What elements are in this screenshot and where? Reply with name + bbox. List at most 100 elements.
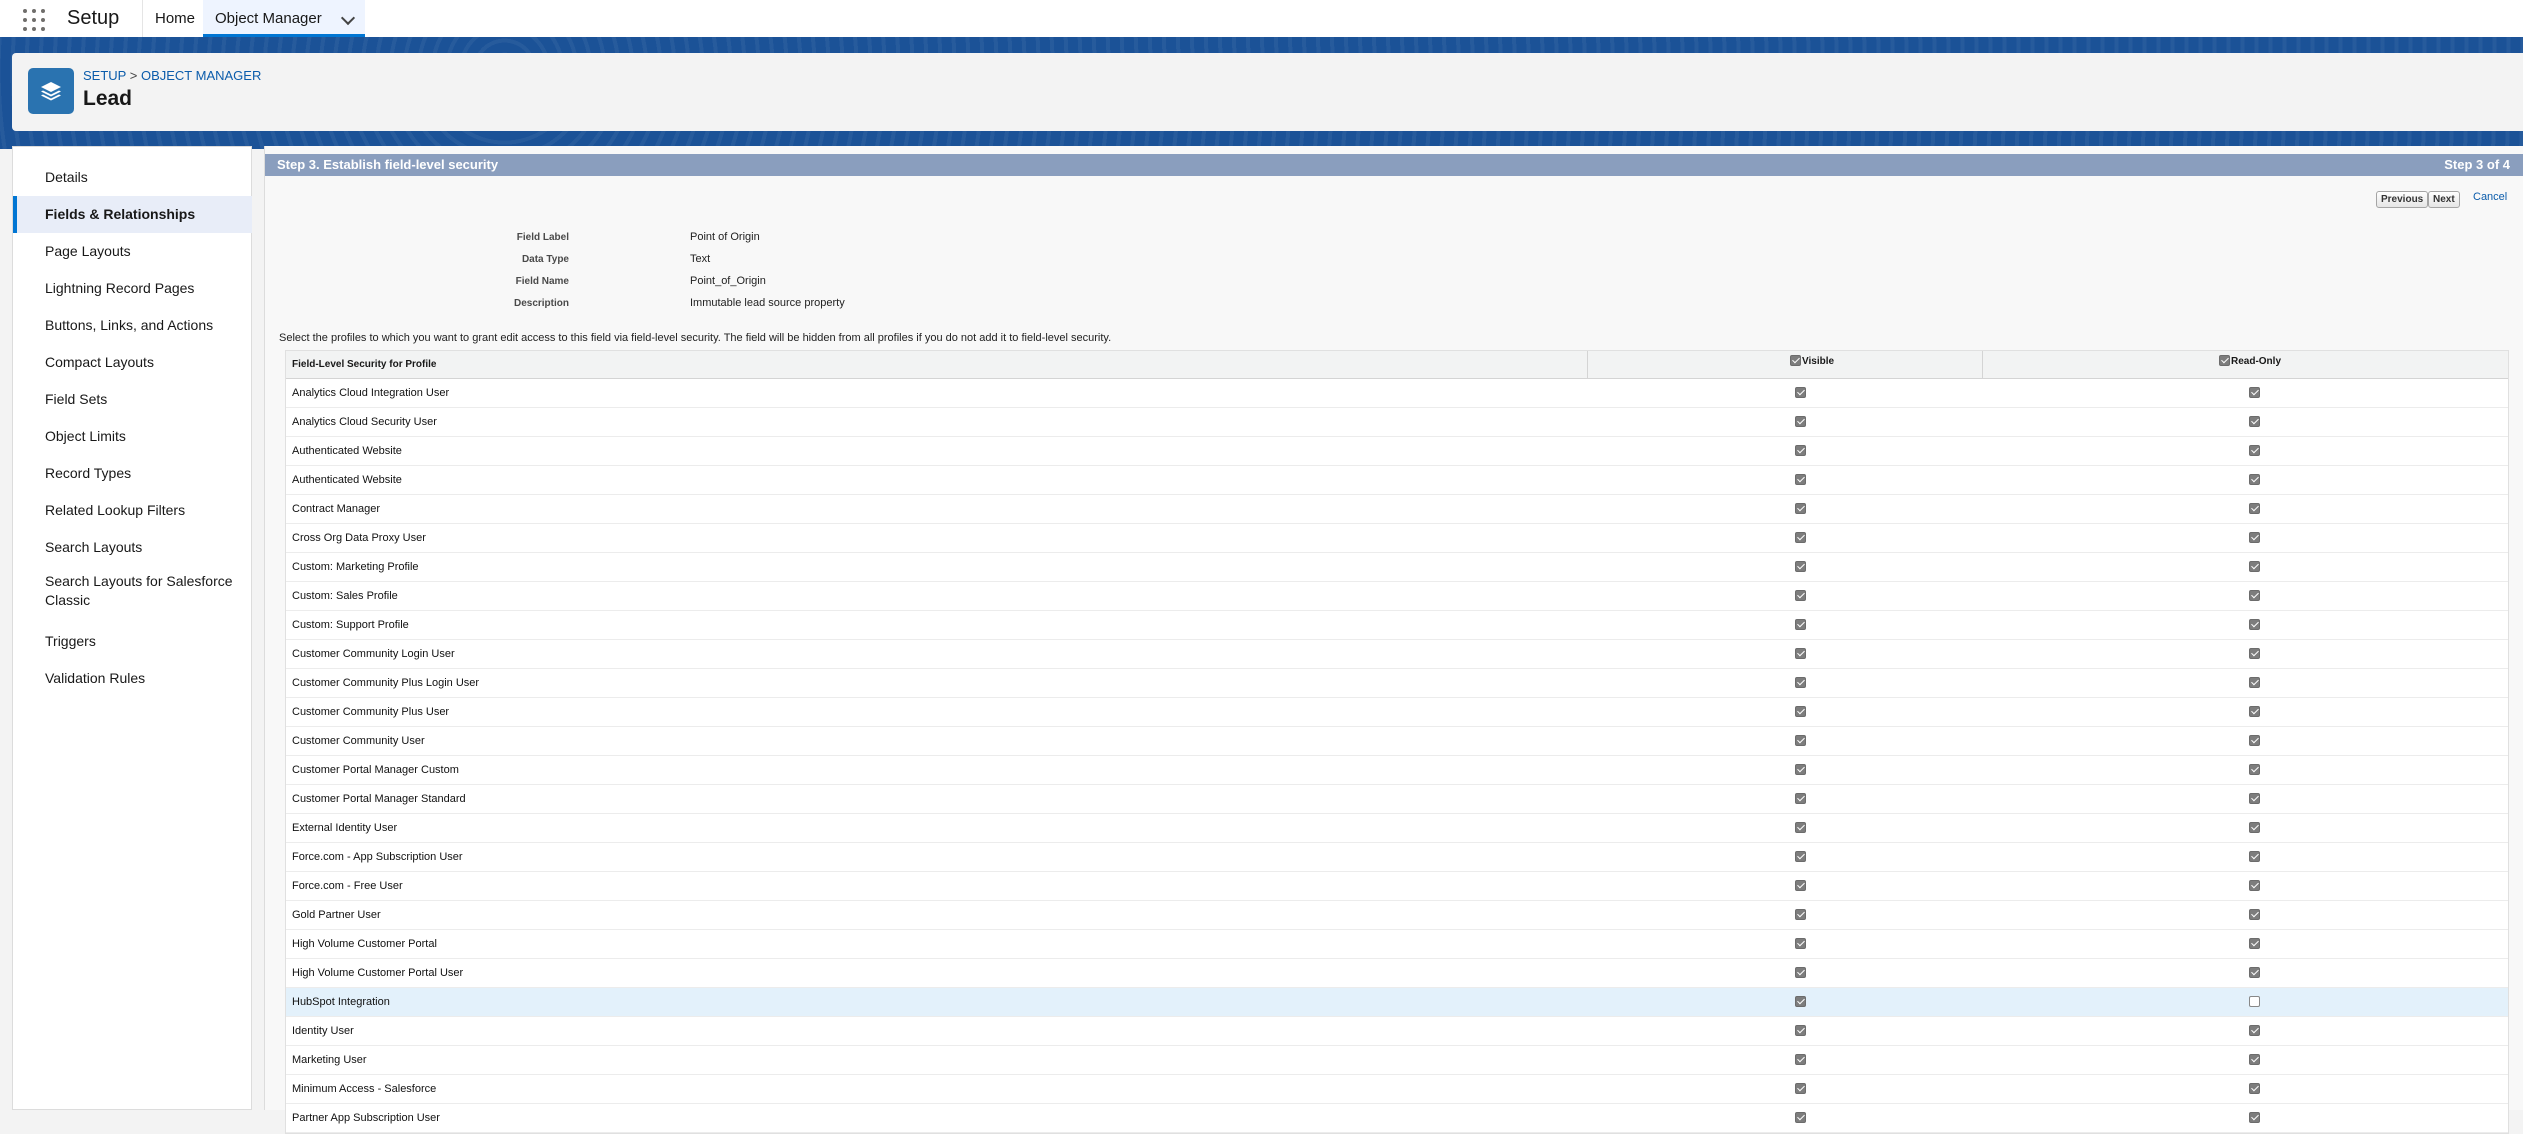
profile-name: HubSpot Integration <box>292 996 390 1008</box>
sidebar-item-field-sets[interactable]: Field Sets <box>13 381 252 418</box>
visible-checkbox[interactable] <box>1795 648 1806 659</box>
table-row: Customer Community Plus User <box>286 698 2508 727</box>
data-type-label: Data Type <box>521 254 569 265</box>
read-only-checkbox[interactable] <box>2249 416 2260 427</box>
visible-checkbox[interactable] <box>1795 764 1806 775</box>
visible-checkbox[interactable] <box>1795 590 1806 601</box>
table-row: Authenticated Website <box>286 437 2508 466</box>
read-only-checkbox[interactable] <box>2249 764 2260 775</box>
read-only-checkbox[interactable] <box>2249 735 2260 746</box>
profile-name: Customer Community Plus User <box>292 706 450 718</box>
read-only-checkbox[interactable] <box>2249 1054 2260 1065</box>
sidebar-item-search-layouts-classic[interactable]: Search Layouts for Salesforce Classic <box>13 566 252 616</box>
read-only-checkbox[interactable] <box>2249 677 2260 688</box>
read-only-checkbox[interactable] <box>2249 503 2260 514</box>
visible-checkbox[interactable] <box>1795 735 1806 746</box>
read-only-checkbox[interactable] <box>2249 445 2260 456</box>
visible-checkbox[interactable] <box>1795 416 1806 427</box>
sidebar-item-fields-relationships[interactable]: Fields & Relationships <box>13 196 252 233</box>
visible-checkbox[interactable] <box>1795 474 1806 485</box>
table-row: Customer Portal Manager Standard <box>286 785 2508 814</box>
read-only-checkbox[interactable] <box>2249 1112 2260 1123</box>
visible-checkbox[interactable] <box>1795 561 1806 572</box>
visible-checkbox[interactable] <box>1795 793 1806 804</box>
visible-checkbox[interactable] <box>1795 619 1806 630</box>
table-row: Cross Org Data Proxy User <box>286 524 2508 553</box>
table-row: Customer Portal Manager Custom <box>286 756 2508 785</box>
visible-checkbox[interactable] <box>1795 532 1806 543</box>
sidebar-item-record-types[interactable]: Record Types <box>13 455 252 492</box>
app-name: Setup <box>67 7 120 29</box>
visible-checkbox[interactable] <box>1795 938 1806 949</box>
sidebar-item-object-limits[interactable]: Object Limits <box>13 418 252 455</box>
read-only-checkbox[interactable] <box>2249 822 2260 833</box>
profile-name: Partner App Subscription User <box>292 1112 440 1124</box>
sidebar-item-validation-rules[interactable]: Validation Rules <box>13 660 252 697</box>
read-only-checkbox[interactable] <box>2249 880 2260 891</box>
visible-checkbox[interactable] <box>1795 967 1806 978</box>
read-only-checkbox[interactable] <box>2249 1083 2260 1094</box>
read-only-checkbox[interactable] <box>2249 851 2260 862</box>
visible-checkbox[interactable] <box>1795 445 1806 456</box>
profile-name: Analytics Cloud Security User <box>292 416 437 428</box>
visible-checkbox[interactable] <box>1795 503 1806 514</box>
table-row: Identity User <box>286 1017 2508 1046</box>
read-only-checkbox[interactable] <box>2249 561 2260 572</box>
tab-object-manager[interactable]: Object Manager <box>203 0 365 37</box>
visible-checkbox[interactable] <box>1795 880 1806 891</box>
sidebar-item-page-layouts[interactable]: Page Layouts <box>13 233 252 270</box>
read-only-checkbox[interactable] <box>2249 996 2260 1007</box>
profile-name: Force.com - App Subscription User <box>292 851 463 863</box>
breadcrumb-setup[interactable]: SETUP <box>83 68 126 83</box>
read-only-checkbox[interactable] <box>2249 909 2260 920</box>
chevron-down-icon[interactable] <box>340 10 356 26</box>
tab-home[interactable]: Home <box>142 0 209 37</box>
sidebar-item-compact-layouts[interactable]: Compact Layouts <box>13 344 252 381</box>
read-only-checkbox[interactable] <box>2249 532 2260 543</box>
cancel-link[interactable]: Cancel <box>2473 191 2507 203</box>
sidebar-item-buttons-links-actions[interactable]: Buttons, Links, and Actions <box>13 307 252 344</box>
table-row: Analytics Cloud Integration User <box>286 379 2508 408</box>
table-body: Analytics Cloud Integration User Analytic… <box>286 379 2508 1133</box>
table-row: HubSpot Integration <box>286 988 2508 1017</box>
profile-name: Customer Portal Manager Standard <box>292 793 466 805</box>
profile-name: Customer Portal Manager Custom <box>292 764 459 776</box>
read-only-checkbox[interactable] <box>2249 938 2260 949</box>
profile-name: Minimum Access - Salesforce <box>292 1083 437 1095</box>
visible-checkbox[interactable] <box>1795 677 1806 688</box>
select-all-read-only-checkbox[interactable] <box>2219 355 2230 366</box>
select-all-visible-checkbox[interactable] <box>1790 355 1801 366</box>
read-only-checkbox[interactable] <box>2249 793 2260 804</box>
visible-checkbox[interactable] <box>1795 909 1806 920</box>
visible-checkbox[interactable] <box>1795 822 1806 833</box>
visible-checkbox[interactable] <box>1795 706 1806 717</box>
description-value: Immutable lead source property <box>690 297 845 309</box>
visible-checkbox[interactable] <box>1795 1112 1806 1123</box>
app-launcher-icon[interactable] <box>23 9 45 31</box>
read-only-checkbox[interactable] <box>2249 648 2260 659</box>
previous-button[interactable]: Previous <box>2376 191 2429 208</box>
breadcrumb-object-manager[interactable]: OBJECT MANAGER <box>141 68 261 83</box>
sidebar-item-lightning-record-pages[interactable]: Lightning Record Pages <box>13 270 252 307</box>
next-button[interactable]: Next <box>2428 191 2460 208</box>
read-only-checkbox[interactable] <box>2249 1025 2260 1036</box>
sidebar-item-search-layouts[interactable]: Search Layouts <box>13 529 252 566</box>
profile-name: Custom: Sales Profile <box>292 590 398 602</box>
sidebar-item-details[interactable]: Details <box>13 159 252 196</box>
visible-checkbox[interactable] <box>1795 1054 1806 1065</box>
visible-checkbox[interactable] <box>1795 1025 1806 1036</box>
visible-checkbox[interactable] <box>1795 996 1806 1007</box>
read-only-checkbox[interactable] <box>2249 474 2260 485</box>
read-only-checkbox[interactable] <box>2249 967 2260 978</box>
read-only-checkbox[interactable] <box>2249 706 2260 717</box>
sidebar-item-triggers[interactable]: Triggers <box>13 623 252 660</box>
sidebar-item-related-lookup-filters[interactable]: Related Lookup Filters <box>13 492 252 529</box>
table-header: Field-Level Security for Profile Visible… <box>286 351 2508 379</box>
read-only-checkbox[interactable] <box>2249 619 2260 630</box>
visible-checkbox[interactable] <box>1795 851 1806 862</box>
profile-name: Authenticated Website <box>292 445 402 457</box>
read-only-checkbox[interactable] <box>2249 590 2260 601</box>
visible-checkbox[interactable] <box>1795 1083 1806 1094</box>
visible-checkbox[interactable] <box>1795 387 1806 398</box>
read-only-checkbox[interactable] <box>2249 387 2260 398</box>
